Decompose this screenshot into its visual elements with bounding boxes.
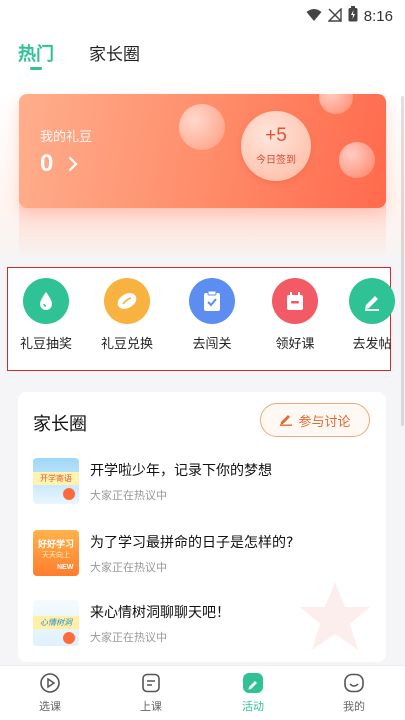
top-tabs: 热门 家长圈 <box>0 32 405 90</box>
post-title: 开学啦少年，记录下你的梦想 <box>90 463 272 479</box>
thumb-caption: 好好学习 <box>37 540 74 550</box>
nav-label: 我的 <box>343 700 365 713</box>
pencil-icon <box>349 278 395 324</box>
quick-action-label: 去闯关 <box>192 337 232 352</box>
join-discussion-button[interactable]: 参与讨论 <box>260 403 370 437</box>
battery-icon <box>348 6 358 26</box>
checkin-points: +5 <box>265 125 287 146</box>
points-value: 0 <box>40 150 54 177</box>
nav-item-activities[interactable]: 活动 <box>223 672 283 714</box>
status-bar: 8:16 <box>0 0 405 32</box>
tab-hot[interactable]: 热门 <box>18 40 54 66</box>
gift-box-icon <box>272 278 318 324</box>
join-discussion-label: 参与讨论 <box>298 414 351 430</box>
nav-label: 上课 <box>140 700 162 713</box>
nav-label: 活动 <box>242 700 264 713</box>
tab-active-indicator <box>30 67 42 70</box>
post-item[interactable]: 心情树洞 来心情树洞聊聊天吧！ 大家正在热议中 <box>33 600 373 652</box>
nav-label: 选课 <box>39 700 61 713</box>
quick-action-course[interactable]: 领好课 <box>257 278 333 352</box>
tab-parents-circle[interactable]: 家长圈 <box>89 40 140 65</box>
post-thumbnail: 开学寄语 <box>33 458 79 504</box>
post-item[interactable]: 开学寄语 开学啦少年，记录下你的梦想 大家正在热议中 <box>33 458 373 510</box>
chevron-right-icon <box>68 156 78 175</box>
post-thumbnail: 好好学习 天天向上 NEW <box>33 530 79 576</box>
decor-bubble <box>179 104 225 150</box>
smile-icon <box>343 672 365 694</box>
decor-bubble <box>319 94 353 114</box>
points-card[interactable]: 我的礼豆 0 +5 今日签到 <box>19 94 386 208</box>
quick-action-post[interactable]: 去发帖 <box>334 278 405 352</box>
drop-icon <box>23 278 69 324</box>
thumb-subcaption: 天天向上 <box>42 551 70 559</box>
hero-glow <box>19 200 386 260</box>
activity-icon <box>242 672 264 694</box>
no-signal-icon <box>327 6 342 26</box>
parents-circle-card: 家长圈 参与讨论 开学寄语 开学啦少年，记录下你的梦想 大家正在热议中 好好学习… <box>18 392 386 662</box>
decor-bubble <box>339 142 375 178</box>
nav-item-classes[interactable]: 上课 <box>121 672 181 714</box>
nav-item-courses[interactable]: 选课 <box>20 672 80 714</box>
quick-actions: 礼豆抽奖 礼豆兑换 去闯关 领好课 去发帖 <box>7 267 395 371</box>
wifi-icon <box>306 7 322 26</box>
fire-badge-icon <box>63 488 75 500</box>
checkin-label: 今日签到 <box>256 155 296 166</box>
points-label: 我的礼豆 <box>40 130 93 145</box>
quick-action-challenge[interactable]: 去闯关 <box>174 278 250 352</box>
nav-item-mine[interactable]: 我的 <box>324 672 384 714</box>
post-title: 为了学习最拼命的日子是怎样的? <box>90 535 294 551</box>
post-item[interactable]: 好好学习 天天向上 NEW 为了学习最拼命的日子是怎样的? 大家正在热议中 <box>33 530 373 582</box>
scrollbar[interactable] <box>401 96 404 426</box>
post-subtitle: 大家正在热议中 <box>90 489 167 502</box>
quick-action-exchange[interactable]: 礼豆兑换 <box>89 278 165 352</box>
fire-badge-icon <box>63 632 75 644</box>
clipboard-check-icon <box>189 278 235 324</box>
post-subtitle: 大家正在热议中 <box>90 631 167 644</box>
post-subtitle: 大家正在热议中 <box>90 561 167 574</box>
parents-circle-title: 家长圈 <box>33 414 87 435</box>
status-time: 8:16 <box>363 7 393 25</box>
thumb-caption: 心情树洞 <box>33 616 79 629</box>
post-title: 来心情树洞聊聊天吧！ <box>90 605 230 621</box>
checkin-button[interactable]: +5 今日签到 <box>241 111 311 181</box>
edit-icon <box>279 411 293 430</box>
quick-action-label: 去发帖 <box>352 337 392 352</box>
quick-action-label: 领好课 <box>275 337 315 352</box>
bean-icon <box>104 278 150 324</box>
bottom-navigation: 选课 上课 活动 我的 <box>0 665 405 720</box>
quick-action-label: 礼豆抽奖 <box>19 337 72 352</box>
thumb-badge: NEW <box>57 564 74 571</box>
post-thumbnail: 心情树洞 <box>33 600 79 646</box>
notebook-icon <box>140 672 162 694</box>
thumb-caption: 开学寄语 <box>33 472 79 485</box>
quick-action-lottery[interactable]: 礼豆抽奖 <box>8 278 84 352</box>
quick-action-label: 礼豆兑换 <box>100 337 153 352</box>
play-circle-icon <box>39 672 61 694</box>
